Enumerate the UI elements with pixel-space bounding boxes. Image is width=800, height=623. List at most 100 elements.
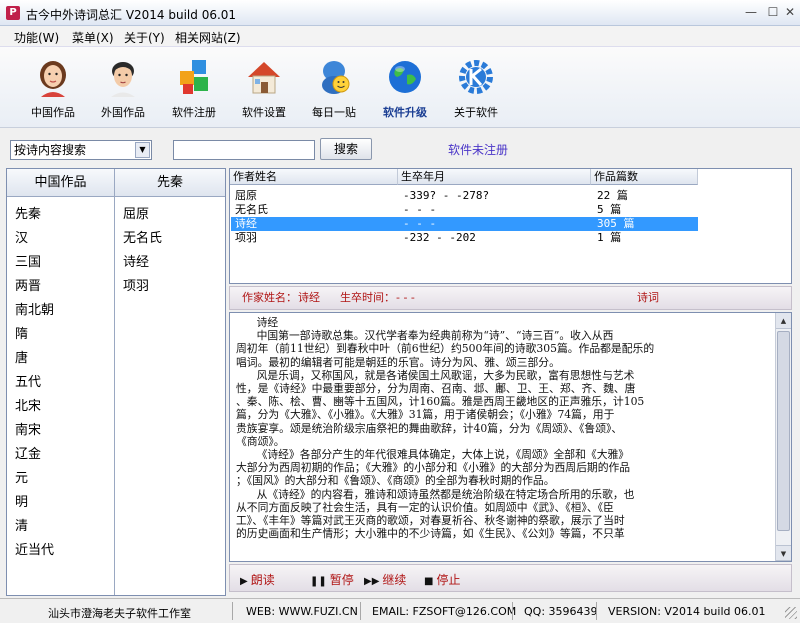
category-item[interactable]: 辽金 (15, 443, 41, 462)
category-item[interactable]: 明 (15, 491, 28, 510)
title-bar: P 古今中外诗词总汇 V2014 build 06.01 — ☐ ✕ (0, 0, 800, 26)
minimize-button[interactable]: — (740, 2, 762, 22)
search-mode-select[interactable]: 按诗内容搜索 ▼ (10, 140, 152, 160)
category-item[interactable]: 先秦 (15, 203, 41, 222)
status-separator (596, 602, 597, 620)
toolbar-label: 软件设置 (242, 106, 286, 119)
dropdown-arrow-icon[interactable]: ▼ (135, 142, 150, 158)
table-row[interactable]: 项羽 -232 - -202 1 篇 (231, 231, 698, 245)
author-label: 作家姓名： (242, 291, 297, 304)
category-item[interactable]: 三国 (15, 251, 41, 270)
toolbar-label: 外国作品 (101, 106, 145, 119)
author-table: 作者姓名 生卒年月 作品篇数 屈原 -339? - -278? 22 篇 无名氏… (229, 168, 792, 284)
toolbar-label: 软件注册 (172, 106, 216, 119)
registration-status: 软件未注册 (448, 143, 509, 157)
category-list: 先秦 汉 三国 两晋 南北朝 隋 唐 五代 北宋 南宋 辽金 元 明 清 近当代 (7, 197, 115, 595)
author-item[interactable]: 诗经 (123, 251, 149, 270)
scroll-up-arrow-icon[interactable]: ▲ (776, 313, 791, 329)
author-item[interactable]: 项羽 (123, 275, 149, 294)
stop-button[interactable]: ■ 停止 (424, 571, 460, 588)
poems-link[interactable]: 诗词 (637, 287, 659, 309)
search-bar: 按诗内容搜索 ▼ 搜索 软件未注册 (0, 128, 800, 166)
author-item[interactable]: 无名氏 (123, 227, 162, 246)
category-item[interactable]: 汉 (15, 227, 28, 246)
column-header-dates[interactable]: 生卒年月 (398, 169, 591, 185)
author-info-bar: 作家姓名： 诗经 生卒时间： - - - 诗词 (229, 286, 792, 310)
table-row[interactable]: 屈原 -339? - -278? 22 篇 (231, 189, 698, 203)
cell-name: 诗经 (235, 217, 257, 230)
read-button[interactable]: ▶ 朗读 (240, 571, 275, 588)
menu-related-sites[interactable]: 相关网站(Z) (175, 29, 241, 46)
toolbar: 中国作品 外国作品 软件注册 软件设置 每日一贴 软件升级 关于软件 (0, 46, 800, 128)
toolbar-label: 软件升级 (383, 106, 427, 119)
author-header: 先秦 (115, 169, 225, 197)
toolbar-label: 关于软件 (454, 106, 498, 119)
studio-name: 汕头市澄海老夫子软件工作室 (48, 607, 191, 620)
toolbar-daily-post[interactable]: 每日一贴 (301, 57, 367, 120)
cell-name: 屈原 (235, 189, 257, 202)
category-item[interactable]: 南北朝 (15, 299, 54, 318)
category-item[interactable]: 近当代 (15, 539, 54, 558)
toolbar-settings[interactable]: 软件设置 (231, 57, 297, 120)
toolbar-foreign-works[interactable]: 外国作品 (90, 57, 156, 120)
cell-dates: -339? - -278? (403, 189, 490, 202)
browse-pane: 中国作品 先秦 先秦 汉 三国 两晋 南北朝 隋 唐 五代 北宋 南宋 辽金 元… (6, 168, 226, 596)
toolbar-register[interactable]: 软件注册 (161, 57, 227, 120)
content-text-area[interactable]: 诗经 中国第一部诗歌总集。汉代学者奉为经典前称为“诗”、“诗三百”。收入从西 周… (229, 312, 792, 562)
cell-name: 无名氏 (235, 203, 268, 216)
time-value: - - - (396, 291, 415, 304)
category-item[interactable]: 元 (15, 467, 28, 486)
cell-count: 5 篇 (597, 203, 622, 216)
table-row[interactable]: 无名氏 - - - 5 篇 (231, 203, 698, 217)
fast-forward-icon: ▶▶ (364, 576, 380, 587)
column-header-name[interactable]: 作者姓名 (230, 169, 398, 185)
cell-count: 1 篇 (597, 231, 622, 244)
menu-menu[interactable]: 菜单(X) (72, 29, 114, 46)
menu-about[interactable]: 关于(Y) (124, 29, 165, 46)
search-button[interactable]: 搜索 (320, 138, 372, 160)
toolbar-chinese-works[interactable]: 中国作品 (20, 57, 86, 120)
toolbar-upgrade[interactable]: 软件升级 (372, 57, 438, 120)
vertical-scrollbar[interactable]: ▲ ▼ (775, 313, 791, 561)
pause-button[interactable]: ❚❚ 暂停 (310, 571, 354, 588)
category-item[interactable]: 五代 (15, 371, 41, 390)
resize-grip-icon[interactable] (785, 607, 797, 619)
resume-label: 继续 (382, 573, 407, 587)
cubes-icon (180, 60, 208, 94)
search-input[interactable] (173, 140, 315, 160)
category-item[interactable]: 唐 (15, 347, 28, 366)
gear-k-icon (459, 60, 493, 94)
category-item[interactable]: 两晋 (15, 275, 41, 294)
stop-icon: ■ (424, 576, 434, 587)
toolbar-about[interactable]: 关于软件 (443, 57, 509, 120)
resume-button[interactable]: ▶▶ 继续 (364, 571, 406, 588)
content-text: 诗经 中国第一部诗歌总集。汉代学者奉为经典前称为“诗”、“诗三百”。收入从西 周… (236, 316, 655, 541)
status-separator (232, 602, 233, 620)
version: VERSION: V2014 build 06.01 (608, 605, 766, 618)
status-separator (360, 602, 361, 620)
column-header-count[interactable]: 作品篇数 (591, 169, 698, 185)
category-item[interactable]: 北宋 (15, 395, 41, 414)
cell-dates: - - - (403, 217, 437, 230)
table-row-selected[interactable]: 诗经 - - - 305 篇 (231, 217, 698, 231)
scroll-thumb[interactable] (777, 331, 790, 531)
play-icon: ▶ (240, 576, 248, 587)
messenger-smiley-icon (322, 61, 350, 94)
author-value: 诗经 (298, 291, 320, 304)
category-item[interactable]: 清 (15, 515, 28, 534)
pause-label: 暂停 (329, 573, 354, 587)
author-item[interactable]: 屈原 (123, 203, 149, 222)
scroll-down-arrow-icon[interactable]: ▼ (776, 545, 791, 561)
menu-functions[interactable]: 功能(W) (14, 29, 59, 46)
cell-dates: - - - (403, 203, 437, 216)
time-label: 生卒时间： (340, 291, 395, 304)
boy-avatar-icon (111, 62, 135, 97)
playback-controls: ▶ 朗读 ❚❚ 暂停 ▶▶ 继续 ■ 停止 (229, 564, 792, 592)
close-button[interactable]: ✕ (780, 2, 800, 22)
category-item[interactable]: 隋 (15, 323, 28, 342)
author-list: 屈原 无名氏 诗经 项羽 (115, 197, 225, 595)
category-item[interactable]: 南宋 (15, 419, 41, 438)
cell-dates: -232 - -202 (403, 231, 476, 244)
cell-name: 项羽 (235, 231, 257, 244)
status-separator (512, 602, 513, 620)
